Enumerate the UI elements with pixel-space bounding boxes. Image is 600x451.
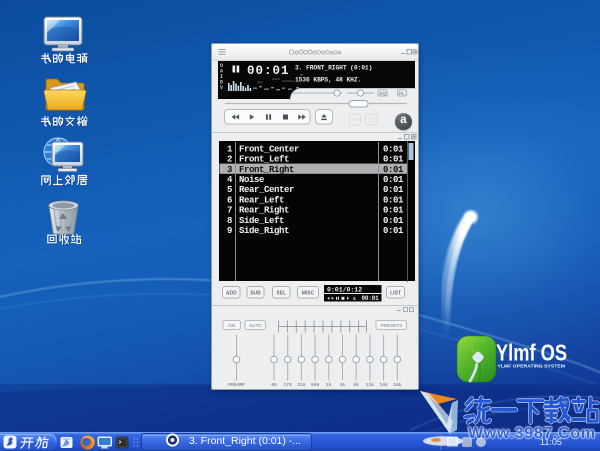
- svg-text:Front_Center: Front_Center: [239, 144, 299, 154]
- svg-text:Front_Right: Front_Right: [239, 164, 294, 174]
- svg-text:ADD: ADD: [226, 291, 237, 297]
- svg-text:600: 600: [311, 382, 320, 388]
- svg-text:00:01: 00:01: [361, 295, 379, 302]
- svg-text:0:01: 0:01: [382, 154, 403, 164]
- svg-text:Ylmf OS: Ylmf OS: [496, 340, 567, 366]
- svg-text:MISC: MISC: [302, 291, 315, 297]
- svg-text:0:01: 0:01: [382, 205, 403, 215]
- svg-text:6: 6: [226, 195, 231, 205]
- svg-text:PL: PL: [399, 91, 405, 96]
- svg-text:Rear_Left: Rear_Left: [239, 195, 284, 205]
- svg-text:SUB: SUB: [250, 291, 261, 297]
- svg-text:6k: 6k: [353, 382, 359, 388]
- svg-text:0:01: 0:01: [382, 185, 403, 195]
- svg-text:V: V: [220, 85, 223, 91]
- svg-text:PREAMP: PREAMP: [228, 382, 245, 388]
- svg-text:1536 KBPS, 48 KHZ.: 1536 KBPS, 48 KHZ.: [295, 77, 361, 84]
- svg-text:170: 170: [284, 382, 293, 388]
- svg-text:1k: 1k: [326, 382, 332, 388]
- svg-text:Side_Left: Side_Left: [239, 215, 284, 225]
- svg-text:8: 8: [226, 215, 231, 225]
- svg-text:0:01: 0:01: [382, 144, 403, 154]
- svg-text:5: 5: [226, 185, 231, 195]
- svg-text:0:01: 0:01: [382, 164, 403, 174]
- svg-text:0:01: 0:01: [382, 175, 403, 185]
- svg-text:ON: ON: [228, 323, 236, 328]
- svg-text:Rear_Right: Rear_Right: [239, 205, 289, 215]
- svg-text:9: 9: [226, 226, 231, 236]
- svg-text:0:01: 0:01: [382, 226, 403, 236]
- svg-text:00:01: 00:01: [247, 64, 290, 78]
- svg-text:3. Front_Right (0:01) -...: 3. Front_Right (0:01) -...: [189, 435, 301, 447]
- svg-text:60: 60: [271, 382, 277, 388]
- svg-text:Noise: Noise: [239, 175, 264, 185]
- svg-text:3k: 3k: [340, 382, 346, 388]
- svg-text:2: 2: [226, 154, 231, 164]
- svg-text:Front_Left: Front_Left: [239, 154, 289, 164]
- svg-text:0:01: 0:01: [382, 215, 403, 225]
- svg-text:YLMF OPERATING SYSTEM: YLMF OPERATING SYSTEM: [498, 364, 566, 370]
- svg-text:Side_Right: Side_Right: [239, 226, 289, 236]
- svg-text:3. FRONT_RIGHT (0:01): 3. FRONT_RIGHT (0:01): [295, 65, 372, 72]
- svg-text:LIST: LIST: [390, 291, 401, 297]
- svg-text:PRESETS: PRESETS: [381, 323, 402, 328]
- svg-text:7: 7: [226, 205, 231, 215]
- svg-text:AUTO: AUTO: [249, 323, 262, 328]
- svg-text:0:01/0:12: 0:01/0:12: [327, 287, 362, 294]
- svg-text:310: 310: [297, 382, 306, 388]
- svg-text:12k: 12k: [366, 382, 375, 388]
- svg-text:14k: 14k: [379, 382, 388, 388]
- svg-text:1: 1: [226, 144, 232, 154]
- svg-text:0:01: 0:01: [382, 195, 403, 205]
- svg-text:4: 4: [226, 175, 232, 185]
- svg-text:3: 3: [226, 164, 231, 174]
- svg-text:SEL: SEL: [276, 291, 286, 297]
- svg-text:EQ: EQ: [380, 91, 387, 96]
- svg-text:16k: 16k: [393, 382, 402, 388]
- svg-text:Rear_Center: Rear_Center: [239, 185, 294, 195]
